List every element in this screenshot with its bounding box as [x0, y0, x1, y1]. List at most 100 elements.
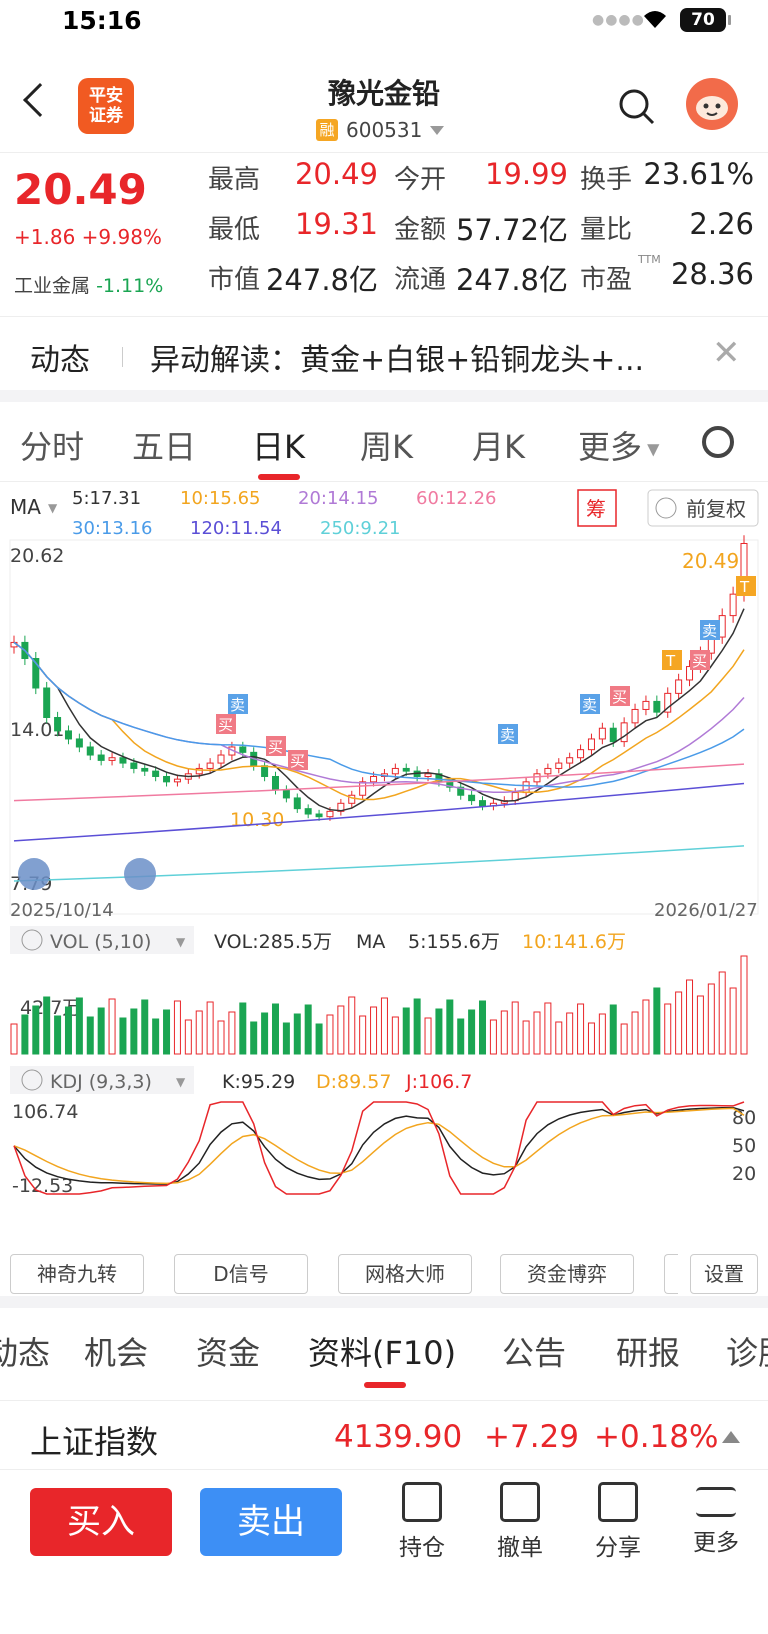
candle-body [54, 716, 62, 732]
volume-bar [631, 1011, 639, 1055]
trade-tag-buy-5[interactable]: 买 [690, 650, 710, 670]
stock-header: 平安 证券 豫光金铅 融 600531 [0, 60, 768, 150]
expand-up-icon[interactable] [722, 1431, 740, 1443]
volume-bar [555, 1021, 563, 1055]
tab-more[interactable]: 更多 ▼ [578, 422, 659, 468]
volume-bar [642, 999, 650, 1055]
indicator-button-capital-game[interactable]: 资金博弈 [500, 1254, 634, 1294]
trade-tag-sell-1[interactable]: 卖 [228, 694, 248, 714]
volume-bars-group [10, 955, 748, 1055]
indicator-settings-button[interactable]: 设置 [690, 1254, 758, 1294]
volume-bar [511, 1001, 519, 1055]
battery-tip [728, 15, 731, 25]
volume-bar [206, 1001, 214, 1055]
trade-tag-sell-2[interactable]: 卖 [498, 724, 518, 744]
trade-tag-t-1[interactable]: T [662, 650, 682, 670]
ma250-value: 250:9.21 [320, 518, 401, 539]
tab-diagnosis[interactable]: 诊股 [726, 1328, 768, 1374]
tab-weekly-k[interactable]: 周K [360, 422, 413, 468]
close-icon[interactable]: ✕ [712, 333, 741, 373]
share-icon [598, 1482, 638, 1522]
scroll-left-icon[interactable] [18, 858, 50, 890]
kline-chart[interactable]: MA ▼ 5:17.31 10:15.65 20:14.15 60:12.26 … [0, 484, 768, 1254]
candle-body [653, 700, 661, 713]
candle-body [370, 775, 378, 783]
volume-bar [43, 996, 51, 1055]
trade-tag-t-2[interactable]: T [736, 576, 756, 596]
share-button[interactable]: 分享 [578, 1482, 658, 1562]
industry-info[interactable]: 工业金属 -1.11% [14, 271, 163, 298]
volume-bar [293, 1013, 301, 1055]
volume-bar [609, 1004, 617, 1055]
ma-lines-group [13, 608, 745, 882]
assistant-face-icon [696, 96, 728, 120]
kdj-k: K:95.29 [222, 1071, 295, 1093]
tab-five-day[interactable]: 五日 [132, 422, 196, 468]
volume-bar [195, 1010, 203, 1055]
candle-body [152, 770, 160, 777]
tab-opportunity[interactable]: 机会 [84, 1328, 148, 1374]
trade-tag-buy-3[interactable]: 买 [288, 750, 308, 770]
indicator-button-nine-turns[interactable]: 神奇九转 [10, 1254, 144, 1294]
tab-f10[interactable]: 资料(F10) [308, 1328, 456, 1374]
search-icon[interactable] [618, 88, 656, 126]
volume-bar [380, 997, 388, 1055]
industry-label: 工业金属 [14, 275, 91, 297]
volume-bar [740, 955, 748, 1055]
volume-bar [653, 987, 661, 1055]
buy-button[interactable]: 买入 [30, 1488, 172, 1556]
indicator-button-partial[interactable] [664, 1254, 678, 1294]
candle-body [271, 775, 279, 791]
avatar[interactable] [686, 78, 738, 130]
volume-bar [544, 1002, 552, 1055]
volume-ratio-label: 量比 [580, 215, 633, 245]
trade-tag-sell-4[interactable]: 卖 [700, 620, 720, 640]
cancel-order-button[interactable]: 撤单 [480, 1482, 560, 1562]
ma-label[interactable]: MA [10, 495, 41, 519]
chevron-down-icon: ▼ [642, 439, 660, 459]
trade-tag-buy-2[interactable]: 买 [266, 736, 286, 756]
volume-bar [271, 1003, 279, 1055]
positions-button[interactable]: 持仓 [382, 1482, 462, 1562]
active-tab-indicator [364, 1382, 406, 1388]
tab-research[interactable]: 研报 [616, 1328, 680, 1374]
news-text[interactable]: 异动解读：黄金+白银+铅铜龙头+... [150, 335, 670, 379]
t-tag-text: T [739, 578, 750, 596]
tab-news[interactable]: 动态 [0, 1328, 50, 1374]
quote-panel: 20.49 +1.86 +9.98% 工业金属 -1.11% 最高 20.49 … [0, 152, 768, 308]
indicator-button-d-signal[interactable]: D信号 [174, 1254, 308, 1294]
index-ticker[interactable]: 上证指数 4139.90 +7.29 +0.18% [0, 1400, 768, 1470]
volume-bar [359, 1015, 367, 1055]
tab-capital[interactable]: 资金 [196, 1328, 260, 1374]
candle-body [391, 767, 399, 775]
candle-body [326, 810, 334, 818]
kdj-j: J:106.7 [405, 1071, 472, 1093]
vol-ma5: 5:155.6万 [408, 931, 500, 953]
candle-body [293, 797, 301, 810]
y-top-label: 20.62 [10, 545, 64, 567]
indicator-button-grid-master[interactable]: 网格大师 [338, 1254, 472, 1294]
tab-intraday[interactable]: 分时 [20, 422, 84, 468]
news-banner[interactable]: 动态 异动解读：黄金+白银+铅铜龙头+... ✕ [0, 316, 768, 388]
candle-body [675, 679, 683, 694]
candle-body [609, 727, 617, 743]
info-icon [655, 497, 677, 519]
trade-tag-sell-3[interactable]: 卖 [580, 694, 600, 714]
stock-code-selector[interactable]: 融 600531 [316, 118, 445, 142]
sell-button[interactable]: 卖出 [200, 1488, 342, 1556]
trade-tag-buy-1[interactable]: 买 [216, 714, 236, 734]
adjust-label: 前复权 [686, 497, 746, 521]
more-button[interactable]: 更多 [676, 1482, 756, 1557]
sell-tag-text: 卖 [500, 726, 515, 744]
candle-body [402, 767, 410, 772]
sell-tag-text: 卖 [702, 622, 717, 640]
ma120-value: 120:11.54 [190, 518, 282, 539]
volume-bar [64, 1006, 72, 1055]
buy-tag-text: 买 [218, 716, 233, 734]
zoom-icon[interactable] [124, 858, 156, 890]
tab-monthly-k[interactable]: 月K [472, 422, 525, 468]
gear-icon[interactable] [702, 426, 734, 458]
trade-tag-buy-4[interactable]: 买 [610, 686, 630, 706]
tab-daily-k[interactable]: 日K [252, 422, 305, 468]
tab-announcements[interactable]: 公告 [502, 1328, 566, 1374]
